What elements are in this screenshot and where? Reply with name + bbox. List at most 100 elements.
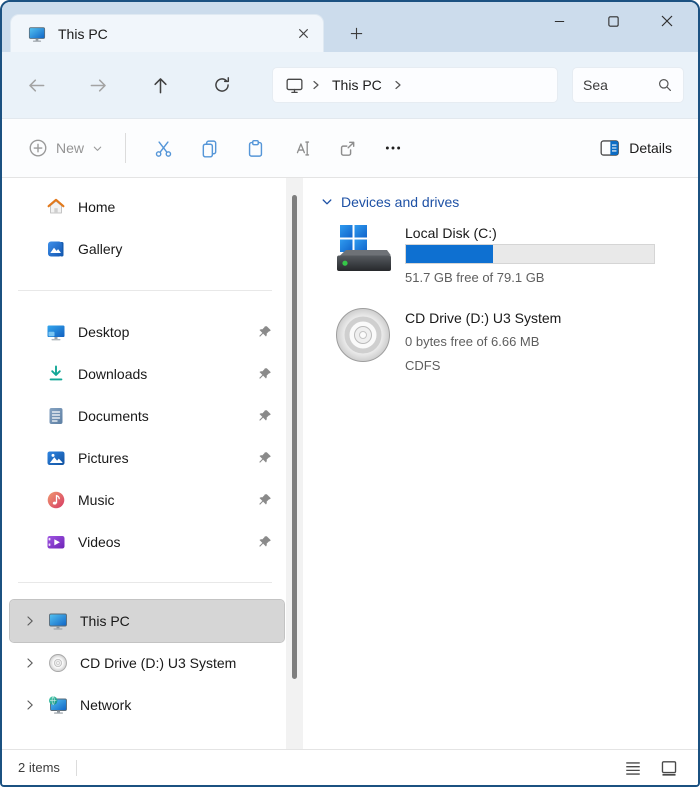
sidebar-item-music[interactable]: Music xyxy=(10,479,284,521)
address-bar[interactable]: This PC xyxy=(272,67,558,103)
cut-button[interactable] xyxy=(140,128,186,168)
sidebar-item-videos[interactable]: Videos xyxy=(10,521,284,563)
window-controls xyxy=(532,4,694,38)
maximize-button[interactable] xyxy=(586,4,640,38)
new-button[interactable]: New xyxy=(20,132,111,164)
chevron-down-icon xyxy=(322,199,332,205)
cd-drive-icon xyxy=(48,653,68,673)
network-icon xyxy=(48,695,68,715)
refresh-button[interactable] xyxy=(204,67,240,103)
sidebar-separator xyxy=(18,290,272,291)
details-pane-icon xyxy=(600,140,620,156)
paste-button[interactable] xyxy=(232,128,278,168)
details-button-label: Details xyxy=(629,140,672,156)
pictures-icon xyxy=(46,448,66,468)
scissors-icon xyxy=(155,140,171,157)
chevron-right-icon xyxy=(310,79,322,91)
items-count: 2 items xyxy=(18,760,60,775)
close-button[interactable] xyxy=(640,4,694,38)
capacity-bar xyxy=(405,244,655,264)
copy-icon xyxy=(202,139,216,158)
computer-icon xyxy=(48,611,68,631)
close-icon xyxy=(661,15,673,27)
tab-this-pc[interactable]: This PC xyxy=(10,14,324,52)
capacity-bar-fill xyxy=(406,245,493,263)
minimize-button[interactable] xyxy=(532,4,586,38)
back-button[interactable] xyxy=(18,67,54,103)
drive-name: Local Disk (C:) xyxy=(405,225,497,241)
navigation-bar: This PC Sea xyxy=(2,52,698,118)
plus-circle-icon xyxy=(29,139,47,157)
sidebar-item-gallery[interactable]: Gallery xyxy=(10,228,284,270)
refresh-icon xyxy=(215,77,230,92)
chevron-right-icon[interactable] xyxy=(20,699,40,711)
chevron-down-icon xyxy=(93,146,102,151)
group-header-devices-and-drives[interactable]: Devices and drives xyxy=(321,194,690,210)
explorer-body: Home Gallery Desktop Downloads Documents… xyxy=(2,178,698,749)
sidebar-item-documents[interactable]: Documents xyxy=(10,395,284,437)
toolbar-divider xyxy=(125,133,127,163)
pin-icon xyxy=(257,409,272,424)
music-icon xyxy=(46,490,66,510)
chevron-right-icon[interactable] xyxy=(20,657,40,669)
drive-name: CD Drive (D:) U3 System xyxy=(405,310,562,326)
drive-item-cd-drive-d[interactable]: CD Drive (D:) U3 System 0 bytes free of … xyxy=(335,307,690,378)
sidebar-item-pictures[interactable]: Pictures xyxy=(10,437,284,479)
monitor-outline-icon xyxy=(285,76,304,95)
status-divider xyxy=(75,759,77,776)
search-value: Sea xyxy=(583,77,608,93)
drive-free-space: 0 bytes free of 6.66 MB xyxy=(405,334,540,349)
details-pane-button[interactable]: Details xyxy=(592,133,680,163)
details-view-button[interactable] xyxy=(620,755,646,781)
cd-disc-icon xyxy=(335,307,393,378)
forward-button[interactable] xyxy=(80,67,116,103)
drive-filesystem: CDFS xyxy=(405,358,441,373)
documents-icon xyxy=(46,406,66,426)
navigation-pane: Home Gallery Desktop Downloads Documents… xyxy=(2,178,286,749)
share-button[interactable] xyxy=(324,128,370,168)
downloads-icon xyxy=(46,364,66,384)
monitor-icon xyxy=(27,24,47,44)
back-arrow-icon xyxy=(28,78,44,92)
more-options-button[interactable] xyxy=(370,128,416,168)
chevron-right-icon xyxy=(392,79,404,91)
forward-arrow-icon xyxy=(90,78,106,92)
rename-icon xyxy=(296,140,309,156)
details-view-icon xyxy=(626,761,640,775)
file-explorer-window: This PC This PC Sea New Details Home Gal… xyxy=(0,0,700,787)
up-button[interactable] xyxy=(142,67,178,103)
copy-button[interactable] xyxy=(186,128,232,168)
paste-icon xyxy=(248,139,262,157)
hard-drive-icon xyxy=(335,224,393,285)
sidebar-scrollbar[interactable] xyxy=(286,178,303,749)
desktop-icon xyxy=(46,322,66,342)
sidebar-item-desktop[interactable]: Desktop xyxy=(10,311,284,353)
pin-icon xyxy=(257,367,272,382)
scrollbar-thumb[interactable] xyxy=(292,195,297,679)
maximize-icon xyxy=(607,15,619,27)
new-tab-button[interactable] xyxy=(340,19,372,47)
new-button-label: New xyxy=(56,140,85,156)
large-icons-view-button[interactable] xyxy=(656,755,682,781)
chevron-right-icon[interactable] xyxy=(20,615,40,627)
plus-icon xyxy=(350,27,362,39)
minimize-icon xyxy=(554,20,564,22)
gallery-icon xyxy=(46,239,66,259)
sidebar-item-this-pc[interactable]: This PC xyxy=(9,599,285,643)
sidebar-item-cd-drive[interactable]: CD Drive (D:) U3 System xyxy=(10,642,284,684)
sidebar-separator xyxy=(18,582,272,583)
sidebar-item-downloads[interactable]: Downloads xyxy=(10,353,284,395)
status-bar: 2 items xyxy=(2,749,698,785)
share-icon xyxy=(340,141,354,156)
pin-icon xyxy=(257,535,272,550)
home-icon xyxy=(46,197,66,217)
tab-close-icon[interactable] xyxy=(289,21,317,47)
pin-icon xyxy=(257,451,272,466)
breadcrumb-this-pc[interactable]: This PC xyxy=(332,77,382,93)
search-input[interactable]: Sea xyxy=(572,67,684,103)
rename-button[interactable] xyxy=(278,128,324,168)
drive-item-local-disk-c[interactable]: Local Disk (C:) 51.7 GB free of 79.1 GB xyxy=(335,224,690,285)
sidebar-item-network[interactable]: Network xyxy=(10,684,284,726)
ellipsis-icon xyxy=(385,146,401,150)
sidebar-item-home[interactable]: Home xyxy=(10,186,284,228)
